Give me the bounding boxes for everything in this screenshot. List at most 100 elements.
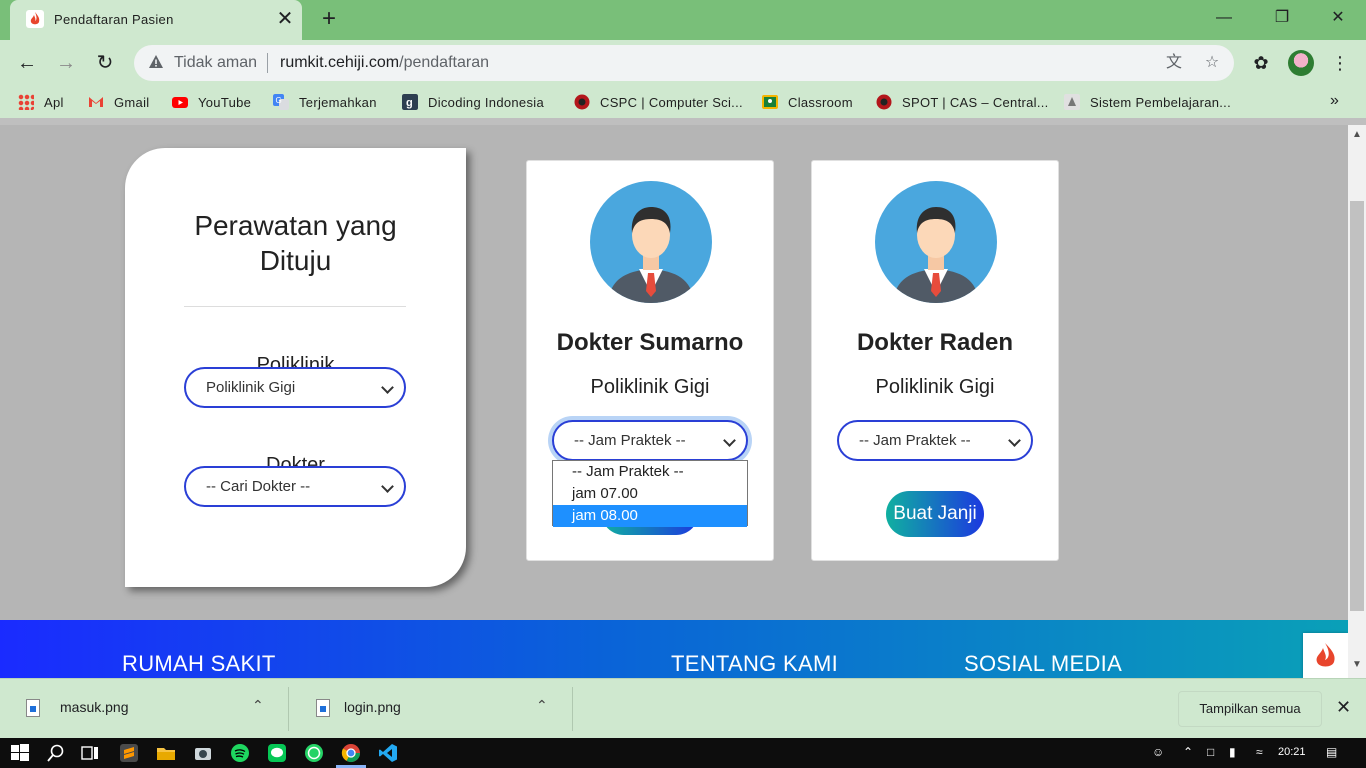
device-icon[interactable]: □: [1207, 745, 1214, 759]
buat-janji-button[interactable]: Buat Janji: [886, 491, 984, 537]
scroll-up-icon[interactable]: ▲: [1352, 129, 1362, 140]
bookmark-star-icon[interactable]: ☆: [1202, 53, 1222, 73]
tab-strip: Pendaftaran Pasien ✕ + — ❐ ✕: [0, 0, 1366, 40]
line-icon[interactable]: [267, 743, 287, 763]
chevron-up-icon[interactable]: ⌃: [536, 697, 548, 714]
filter-title-line2: Dituju: [259, 245, 332, 276]
chevron-down-icon: [1008, 434, 1021, 447]
dokter-select-value: -- Cari Dokter --: [206, 478, 311, 495]
codeigniter-flame-icon: [1316, 643, 1335, 667]
divider: [288, 687, 289, 731]
forward-icon[interactable]: →: [53, 50, 79, 76]
jam-praktek-select-value: -- Jam Praktek --: [859, 432, 971, 449]
site-footer: RUMAH SAKIT TENTANG KAMI SOSIAL MEDIA: [0, 620, 1348, 678]
address-bar[interactable]: Tidak aman rumkit.cehiji.com/pendaftaran…: [134, 45, 1234, 81]
page-scrollbar[interactable]: ▲ ▼: [1348, 125, 1366, 678]
svg-text:G: G: [276, 96, 283, 105]
profile-avatar[interactable]: [1288, 50, 1314, 76]
download-item[interactable]: login.png ⌃: [290, 679, 572, 739]
bookmark-spot[interactable]: SPOT | CAS – Central...: [876, 93, 1049, 111]
doctor-name: Dokter Sumarno: [556, 329, 744, 356]
window-close-icon[interactable]: ✕: [1324, 6, 1352, 30]
chevron-up-icon[interactable]: ⌃: [252, 697, 264, 714]
filter-title: Perawatan yang Dituju: [125, 208, 466, 278]
close-shelf-icon[interactable]: ✕: [1336, 697, 1351, 718]
divider: [184, 306, 406, 307]
bookmark-label: Dicoding Indonesia: [428, 94, 544, 110]
url-text[interactable]: rumkit.cehiji.com/pendaftaran: [280, 54, 489, 72]
scroll-thumb[interactable]: [1350, 201, 1364, 611]
translate-icon: G: [273, 94, 289, 110]
clock-time[interactable]: 20:21: [1278, 746, 1306, 758]
scroll-down-icon[interactable]: ▼: [1352, 659, 1362, 670]
translate-page-icon[interactable]: 文: [1164, 53, 1184, 73]
bookmark-cspc[interactable]: CSPC | Computer Sci...: [574, 93, 743, 111]
tab-close-icon[interactable]: ✕: [274, 8, 296, 30]
windows-taskbar: ☺ ⌃ □ ▮ ≈ 20:21 ▤: [0, 738, 1366, 768]
camera-icon[interactable]: [193, 743, 213, 763]
bookmark-classroom[interactable]: Classroom: [762, 93, 853, 111]
show-all-downloads-button[interactable]: Tampilkan semua: [1178, 691, 1322, 727]
doctor-avatar: [875, 181, 997, 303]
svg-text:g: g: [406, 97, 413, 109]
bookmark-dicoding[interactable]: g Dicoding Indonesia: [402, 93, 544, 111]
minimize-icon[interactable]: —: [1210, 6, 1238, 30]
people-icon[interactable]: ☺: [1152, 745, 1164, 759]
more-bookmarks-icon[interactable]: »: [1330, 92, 1339, 110]
bookmark-label: CSPC | Computer Sci...: [600, 94, 743, 110]
bookmark-gmail[interactable]: Gmail: [88, 93, 149, 111]
codeigniter-toolbar-button[interactable]: [1303, 633, 1348, 678]
task-view-icon[interactable]: [80, 743, 100, 763]
spot-icon: [876, 94, 892, 110]
dropdown-option-highlighted[interactable]: jam 08.00: [553, 505, 747, 527]
restore-icon[interactable]: ❐: [1268, 6, 1296, 30]
whatsapp-icon[interactable]: [304, 743, 324, 763]
doctor-name: Dokter Raden: [856, 329, 1014, 356]
reload-icon[interactable]: ↻: [92, 50, 118, 76]
youtube-icon: [172, 97, 188, 108]
notification-icon[interactable]: ▤: [1326, 745, 1337, 759]
vscode-icon[interactable]: [378, 743, 398, 763]
jam-praktek-select[interactable]: -- Jam Praktek --: [837, 420, 1033, 461]
bookmark-label: Apl: [44, 94, 64, 110]
extensions-puzzle-icon[interactable]: ✿: [1249, 51, 1273, 75]
new-tab-button[interactable]: +: [316, 6, 342, 32]
bookmarks-bar: Apl Gmail YouTube G Terjemahkan g Dicodi…: [0, 86, 1366, 118]
tray-chevron-up-icon[interactable]: ⌃: [1183, 745, 1193, 759]
bookmark-youtube[interactable]: YouTube: [172, 93, 251, 111]
file-explorer-icon[interactable]: [156, 743, 176, 763]
bookmark-apl[interactable]: Apl: [18, 93, 64, 111]
dropdown-option[interactable]: jam 07.00: [553, 483, 747, 505]
dropdown-option[interactable]: -- Jam Praktek --: [553, 461, 747, 483]
omnibox-divider: [267, 53, 268, 73]
security-status[interactable]: Tidak aman: [174, 54, 257, 72]
doctor-poliklinik: Poliklinik Gigi: [875, 376, 995, 398]
chrome-icon[interactable]: [341, 743, 361, 763]
bookmark-terjemahkan[interactable]: G Terjemahkan: [273, 93, 377, 111]
dicoding-icon: g: [402, 94, 418, 110]
menu-kebab-icon[interactable]: ⋮: [1328, 51, 1352, 75]
back-icon[interactable]: ←: [14, 50, 40, 76]
download-shelf: masuk.png ⌃ login.png ⌃ Tampilkan semua …: [0, 678, 1366, 738]
jam-praktek-select[interactable]: -- Jam Praktek --: [552, 420, 748, 461]
doctor-poliklinik: Poliklinik Gigi: [590, 376, 710, 398]
bookmark-label: Terjemahkan: [299, 94, 377, 110]
battery-icon[interactable]: ▮: [1229, 745, 1236, 759]
search-icon[interactable]: [46, 743, 66, 763]
bookmark-label: YouTube: [198, 94, 252, 110]
sublime-text-icon[interactable]: [119, 743, 139, 763]
divider: [572, 687, 573, 731]
dokter-select[interactable]: -- Cari Dokter --: [184, 466, 406, 507]
url-domain: rumkit.cehiji.com: [280, 54, 400, 71]
download-item[interactable]: masuk.png ⌃: [0, 679, 288, 739]
bookmark-sistem[interactable]: Sistem Pembelajaran...: [1064, 93, 1231, 111]
poliklinik-select[interactable]: Poliklinik Gigi: [184, 367, 406, 408]
codeigniter-flame-icon: [26, 10, 44, 28]
jam-praktek-dropdown: -- Jam Praktek -- jam 07.00 jam 08.00: [552, 460, 748, 527]
filter-card: Perawatan yang Dituju Poliklinik Polikli…: [125, 148, 466, 587]
windows-start-icon[interactable]: [10, 743, 30, 763]
spotify-icon[interactable]: [230, 743, 250, 763]
url-path: /pendaftaran: [399, 54, 489, 71]
wifi-icon[interactable]: ≈: [1256, 745, 1263, 759]
active-tab[interactable]: Pendaftaran Pasien ✕: [10, 0, 302, 40]
